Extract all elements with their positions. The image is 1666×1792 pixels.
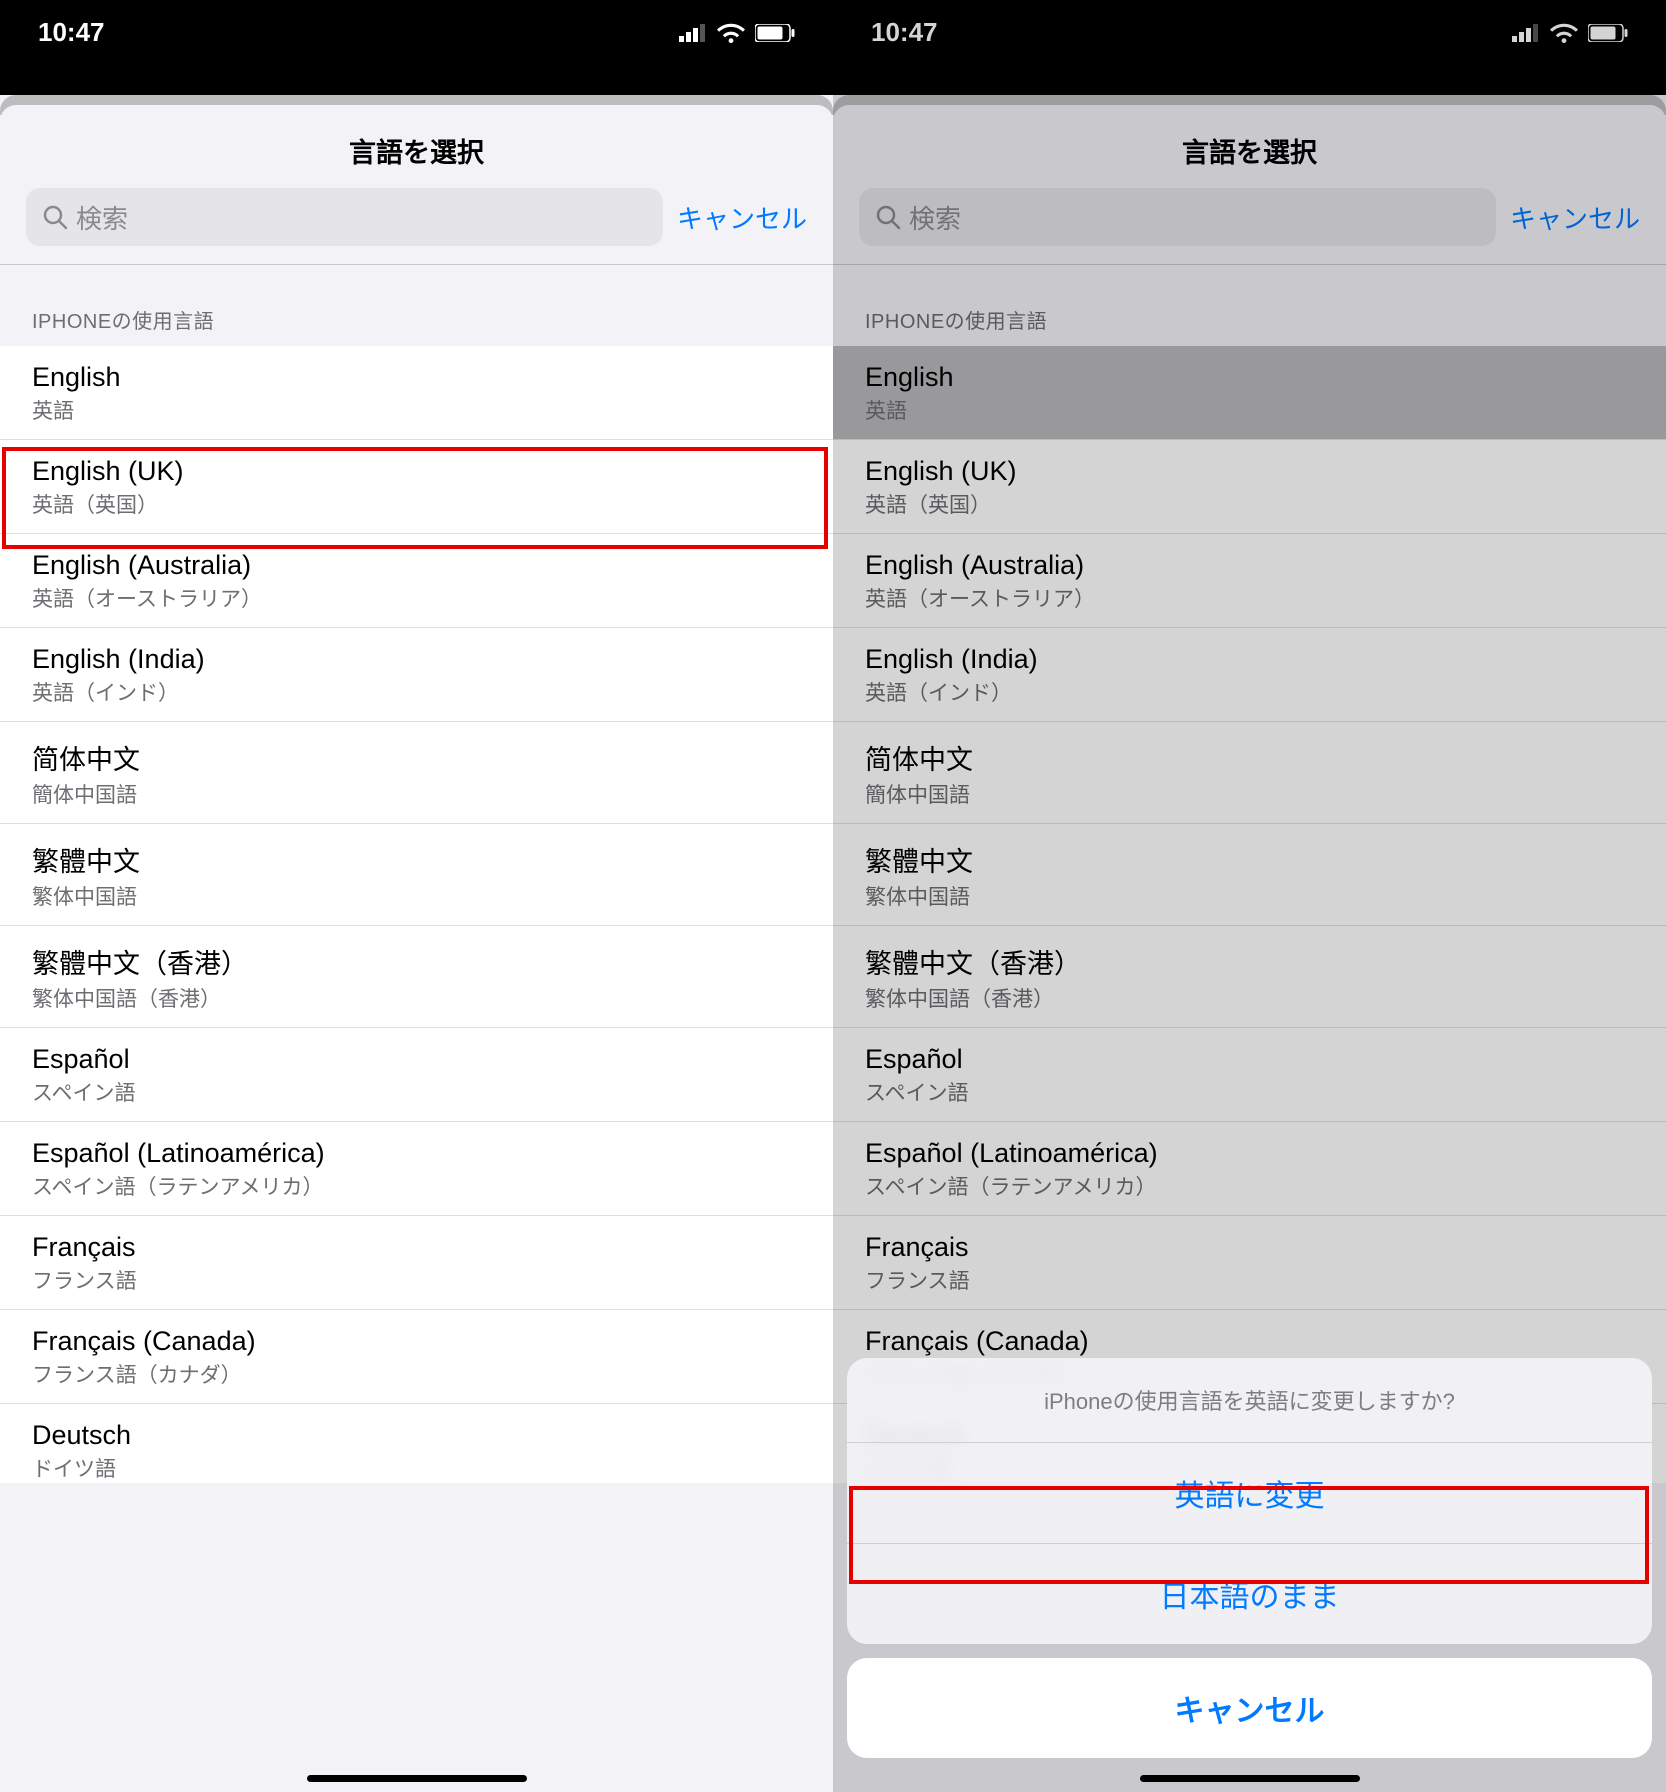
lang-item-english-in[interactable]: English (India) 英語（インド） bbox=[0, 628, 833, 722]
lang-item-english[interactable]: English 英語 bbox=[0, 346, 833, 440]
lang-item-french[interactable]: Français フランス語 bbox=[0, 1216, 833, 1310]
status-time: 10:47 bbox=[38, 17, 105, 48]
left-screenshot: 10:47 言語を選択 検索 bbox=[0, 0, 833, 1792]
search-placeholder: 検索 bbox=[76, 199, 128, 236]
lang-item-french-ca[interactable]: Français (Canada) フランス語（カナダ） bbox=[0, 1310, 833, 1404]
lang-item-english-uk[interactable]: English (UK) 英語（英国） bbox=[0, 440, 833, 534]
action-sheet-title: iPhoneの使用言語を英語に変更しますか? bbox=[847, 1358, 1652, 1443]
lang-item-german[interactable]: Deutsch ドイツ語 bbox=[0, 1404, 833, 1483]
sheet-title: 言語を選択 bbox=[0, 105, 833, 188]
action-sheet-overlay: iPhoneの使用言語を英語に変更しますか? 英語に変更 日本語のまま キャンセ… bbox=[833, 1358, 1666, 1792]
lang-item-simplified-chinese[interactable]: 简体中文 簡体中国語 bbox=[0, 722, 833, 824]
change-to-english-button[interactable]: 英語に変更 bbox=[847, 1443, 1652, 1544]
action-sheet-cancel-button[interactable]: キャンセル bbox=[847, 1658, 1652, 1758]
search-cancel-button[interactable]: キャンセル bbox=[677, 199, 807, 236]
status-bar: 10:47 bbox=[0, 0, 833, 95]
wifi-icon bbox=[717, 23, 745, 43]
action-sheet: iPhoneの使用言語を英語に変更しますか? 英語に変更 日本語のまま bbox=[847, 1358, 1652, 1644]
lang-item-traditional-chinese[interactable]: 繁體中文 繁体中国語 bbox=[0, 824, 833, 926]
cellular-icon bbox=[679, 24, 707, 42]
search-icon bbox=[42, 204, 68, 230]
language-sheet: 言語を選択 検索 キャンセル IPHONEの使用言語 English 英語 bbox=[0, 105, 833, 1792]
lang-item-spanish-la[interactable]: Español (Latinoamérica) スペイン語（ラテンアメリカ） bbox=[0, 1122, 833, 1216]
section-header: IPHONEの使用言語 bbox=[0, 265, 833, 346]
battery-icon bbox=[755, 24, 795, 42]
search-input[interactable]: 検索 bbox=[26, 188, 663, 246]
home-indicator[interactable] bbox=[1140, 1775, 1360, 1782]
right-screenshot: 10:47 言語を選択 検索 bbox=[833, 0, 1666, 1792]
lang-item-traditional-chinese-hk[interactable]: 繁體中文（香港） 繁体中国語（香港） bbox=[0, 926, 833, 1028]
home-indicator[interactable] bbox=[307, 1775, 527, 1782]
language-list: English 英語 English (UK) 英語（英国） English (… bbox=[0, 346, 833, 1483]
lang-item-english-au[interactable]: English (Australia) 英語（オーストラリア） bbox=[0, 534, 833, 628]
lang-item-spanish[interactable]: Español スペイン語 bbox=[0, 1028, 833, 1122]
keep-japanese-button[interactable]: 日本語のまま bbox=[847, 1544, 1652, 1644]
status-icons bbox=[679, 23, 795, 43]
